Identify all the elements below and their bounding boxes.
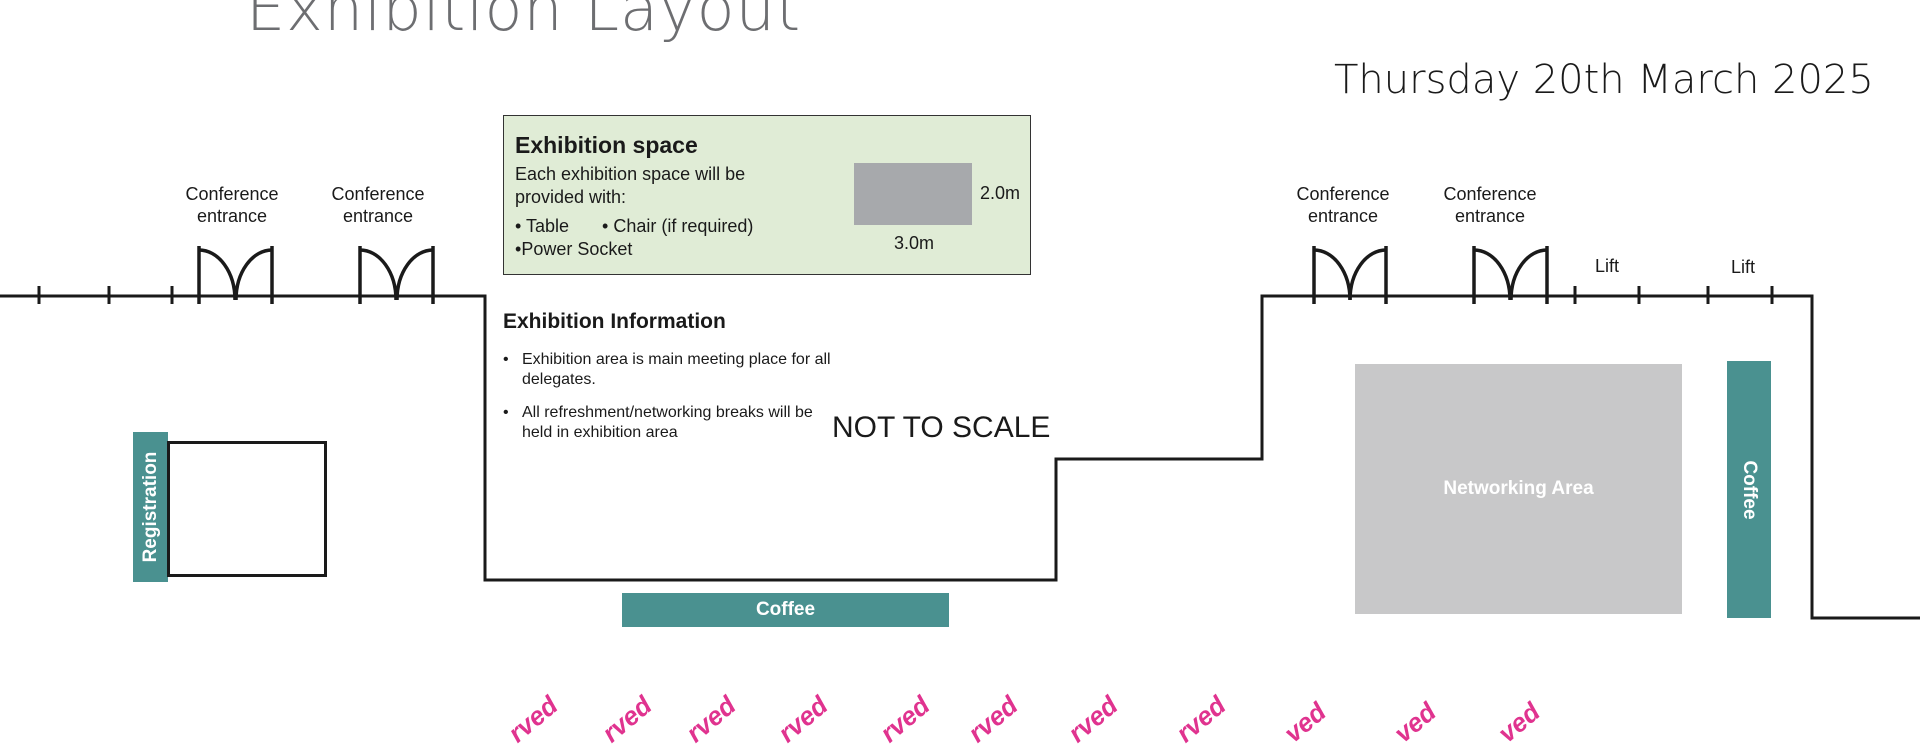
lift-label: Lift	[1594, 256, 1619, 276]
entrance-label-line: entrance	[342, 206, 414, 226]
entrance-label-line: entrance	[196, 206, 268, 226]
space-width-label: 3.0m	[894, 233, 935, 253]
list-item: • Table	[515, 216, 569, 237]
entrance-label: Conference entrance	[1293, 183, 1393, 227]
info-box-intro: Each exhibition space will be provided w…	[515, 164, 746, 207]
list-item-label: Chair (if required)	[613, 216, 754, 236]
bullet-icon: •	[602, 216, 609, 236]
entrance-label-line: entrance	[1454, 206, 1526, 226]
entrance-label-line: Conference	[1443, 184, 1537, 204]
entrance-label-line: Conference	[185, 184, 279, 204]
scale-note: NOT TO SCALE	[832, 411, 1051, 444]
entrance-label: Conference entrance	[182, 183, 282, 227]
registration-area: Registration	[133, 432, 168, 582]
registration-desk	[167, 441, 327, 577]
info-note-text: Exhibition area is main meeting place fo…	[522, 351, 831, 388]
bullet-icon: •	[503, 351, 509, 368]
entrance-label-line: Conference	[1296, 184, 1390, 204]
exhibition-space-diagram	[854, 163, 972, 225]
coffee-label: Coffee	[1739, 459, 1760, 520]
space-depth-label: 2.0m	[980, 183, 1021, 203]
entrance-label: Conference entrance	[1440, 183, 1540, 227]
networking-area: Networking Area	[1355, 364, 1682, 614]
coffee-station: Coffee	[622, 593, 949, 627]
info-note-text: All refreshment/networking breaks will b…	[522, 404, 813, 441]
bullet-icon: •	[515, 216, 522, 236]
exhibition-space-info-box: Exhibition space Each exhibition space w…	[503, 115, 1031, 275]
bullet-icon: •	[503, 404, 509, 421]
list-item-label: Power Socket	[521, 239, 633, 259]
lift-label: Lift	[1730, 257, 1755, 277]
coffee-station-side: Coffee	[1727, 361, 1771, 618]
registration-label: Registration	[139, 451, 161, 563]
entrance-label-line: Conference	[331, 184, 425, 204]
entrance-label-line: entrance	[1307, 206, 1379, 226]
list-item: • Chair (if required)	[602, 216, 753, 237]
list-item-label: Table	[526, 216, 570, 236]
list-item: •Power Socket	[515, 239, 632, 260]
exhibition-info-title: Exhibition Information	[503, 310, 726, 333]
entrance-label: Conference entrance	[328, 183, 428, 227]
info-box-title: Exhibition space	[515, 132, 698, 158]
